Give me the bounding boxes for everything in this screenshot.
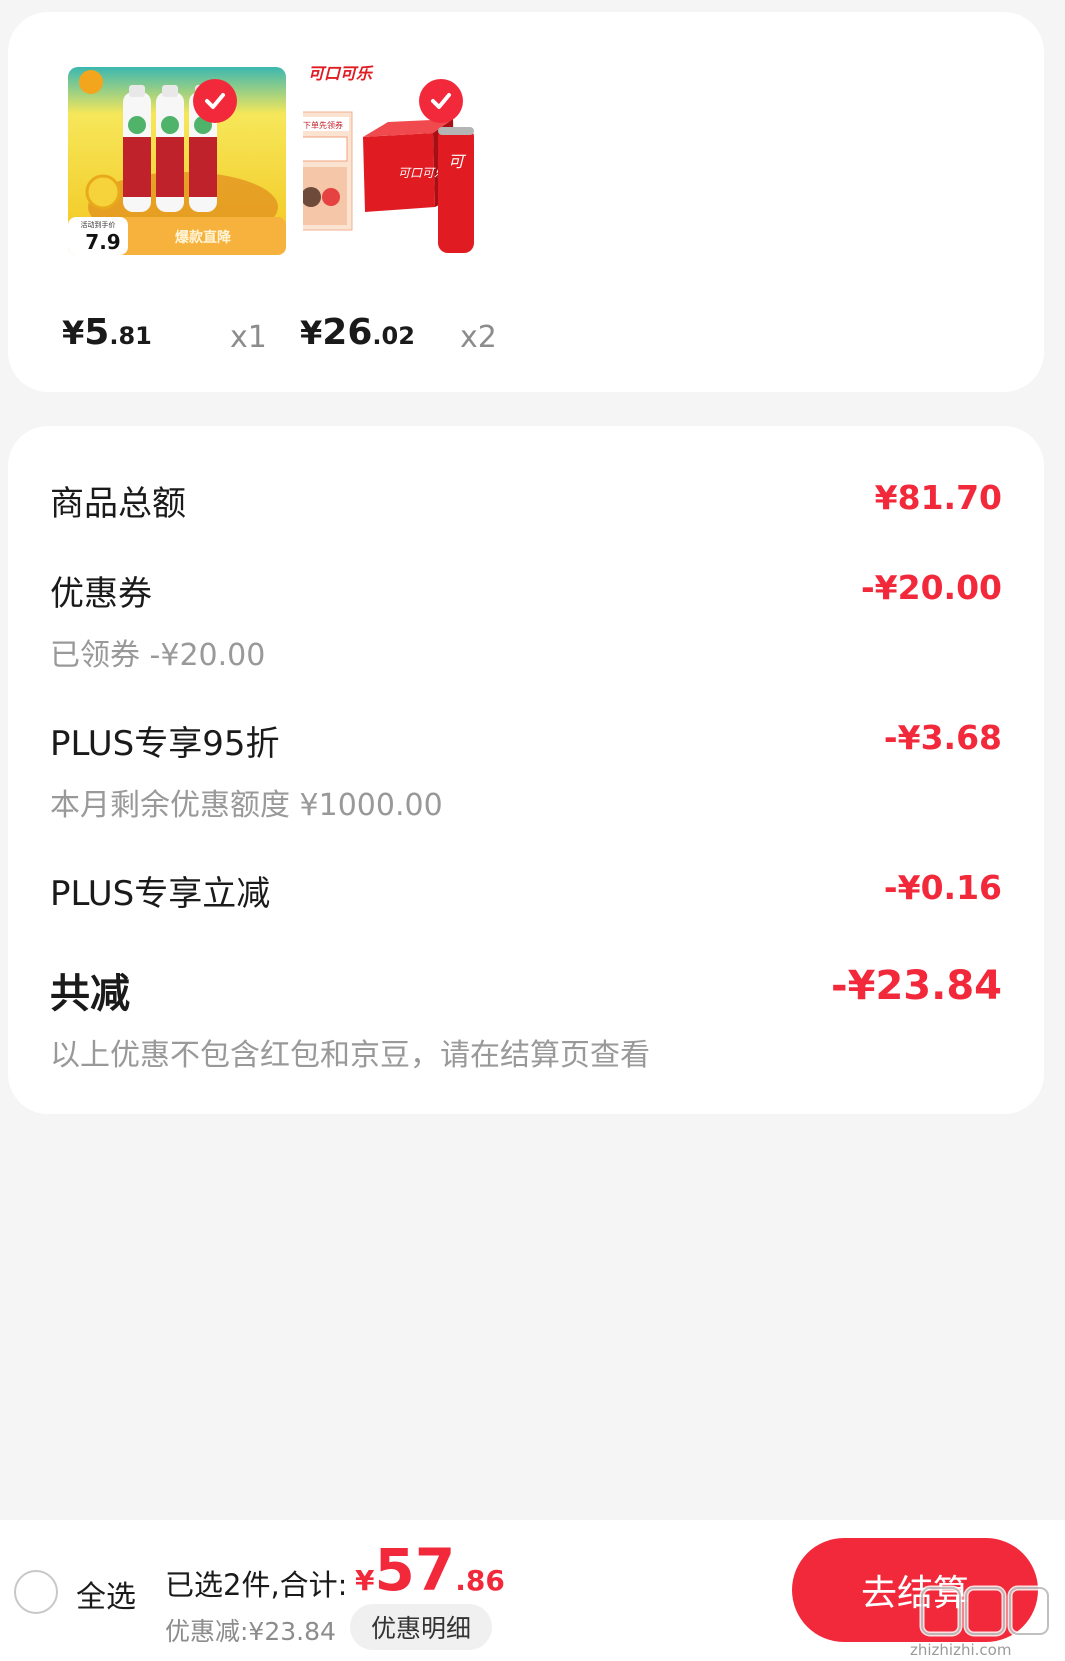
cart-products-card: 活动到手价 7.9 爆款直降 可口可乐 下单先领券 可口可乐 可 ¥5.81 x… — [8, 12, 1044, 392]
watermark-url: zhizhizhi.com — [910, 1641, 1012, 1659]
tea-badge-price: 7.9 — [85, 230, 120, 254]
checkmark-icon — [431, 93, 451, 109]
discount-detail-button[interactable]: 优惠明细 — [350, 1604, 492, 1650]
product-2-checkbox[interactable] — [419, 79, 463, 123]
tea-promo-small-text: 活动到手价 — [81, 220, 116, 229]
subtotal-label: 商品总额 — [50, 484, 186, 524]
product-image-cola[interactable]: 可口可乐 下单先领券 可口可乐 可 — [293, 57, 533, 257]
plus-discount-value: -¥3.68 — [883, 718, 1002, 757]
select-all-label[interactable]: 全选 — [76, 1572, 136, 1616]
plus-reduce-label: PLUS专享立减 — [50, 874, 271, 914]
coupon-sub-text: 已领券 -¥20.00 — [50, 638, 266, 673]
product-1-price: ¥5.81 — [62, 312, 152, 353]
plus-quota-text: 本月剩余优惠额度 ¥1000.00 — [50, 788, 443, 823]
coupon-label: 优惠券 — [50, 574, 152, 614]
watermark-logo — [919, 1585, 1051, 1637]
select-all-radio[interactable] — [14, 1570, 58, 1614]
total-price: ¥57.86 — [355, 1536, 505, 1604]
checkmark-icon — [205, 93, 225, 109]
cola-brand-logo: 可口可乐 — [308, 64, 374, 83]
product-image-tea[interactable]: 活动到手价 7.9 爆款直降 — [63, 57, 293, 257]
coupon-value: -¥20.00 — [860, 568, 1002, 607]
product-1-checkbox[interactable] — [193, 79, 237, 123]
product-2-price: ¥26.02 — [300, 312, 415, 353]
total-discount-label: 共减 — [50, 971, 130, 1017]
plus-discount-label: PLUS专享95折 — [50, 724, 280, 764]
tea-promo-text: 爆款直降 — [175, 229, 232, 246]
plus-reduce-value: -¥0.16 — [883, 868, 1002, 907]
discount-amount-text: 优惠减:¥23.84 — [165, 1617, 336, 1646]
product-1-qty: x1 — [230, 320, 267, 355]
discount-note: 以上优惠不包含红包和京豆，请在结算页查看 — [50, 1038, 650, 1073]
selected-count-text: 已选2件,合计: — [165, 1568, 348, 1602]
discount-summary-card: 商品总额 ¥81.70 优惠券 -¥20.00 已领券 -¥20.00 PLUS… — [8, 426, 1044, 1114]
total-discount-value: -¥23.84 — [831, 963, 1002, 1009]
product-2-qty: x2 — [460, 320, 497, 355]
cola-box-title: 下单先领券 — [303, 120, 343, 130]
checkout-bar: 全选 已选2件,合计: ¥57.86 优惠减:¥23.84 优惠明细 去结算 z… — [0, 1520, 1065, 1661]
subtotal-value: ¥81.70 — [874, 478, 1002, 517]
